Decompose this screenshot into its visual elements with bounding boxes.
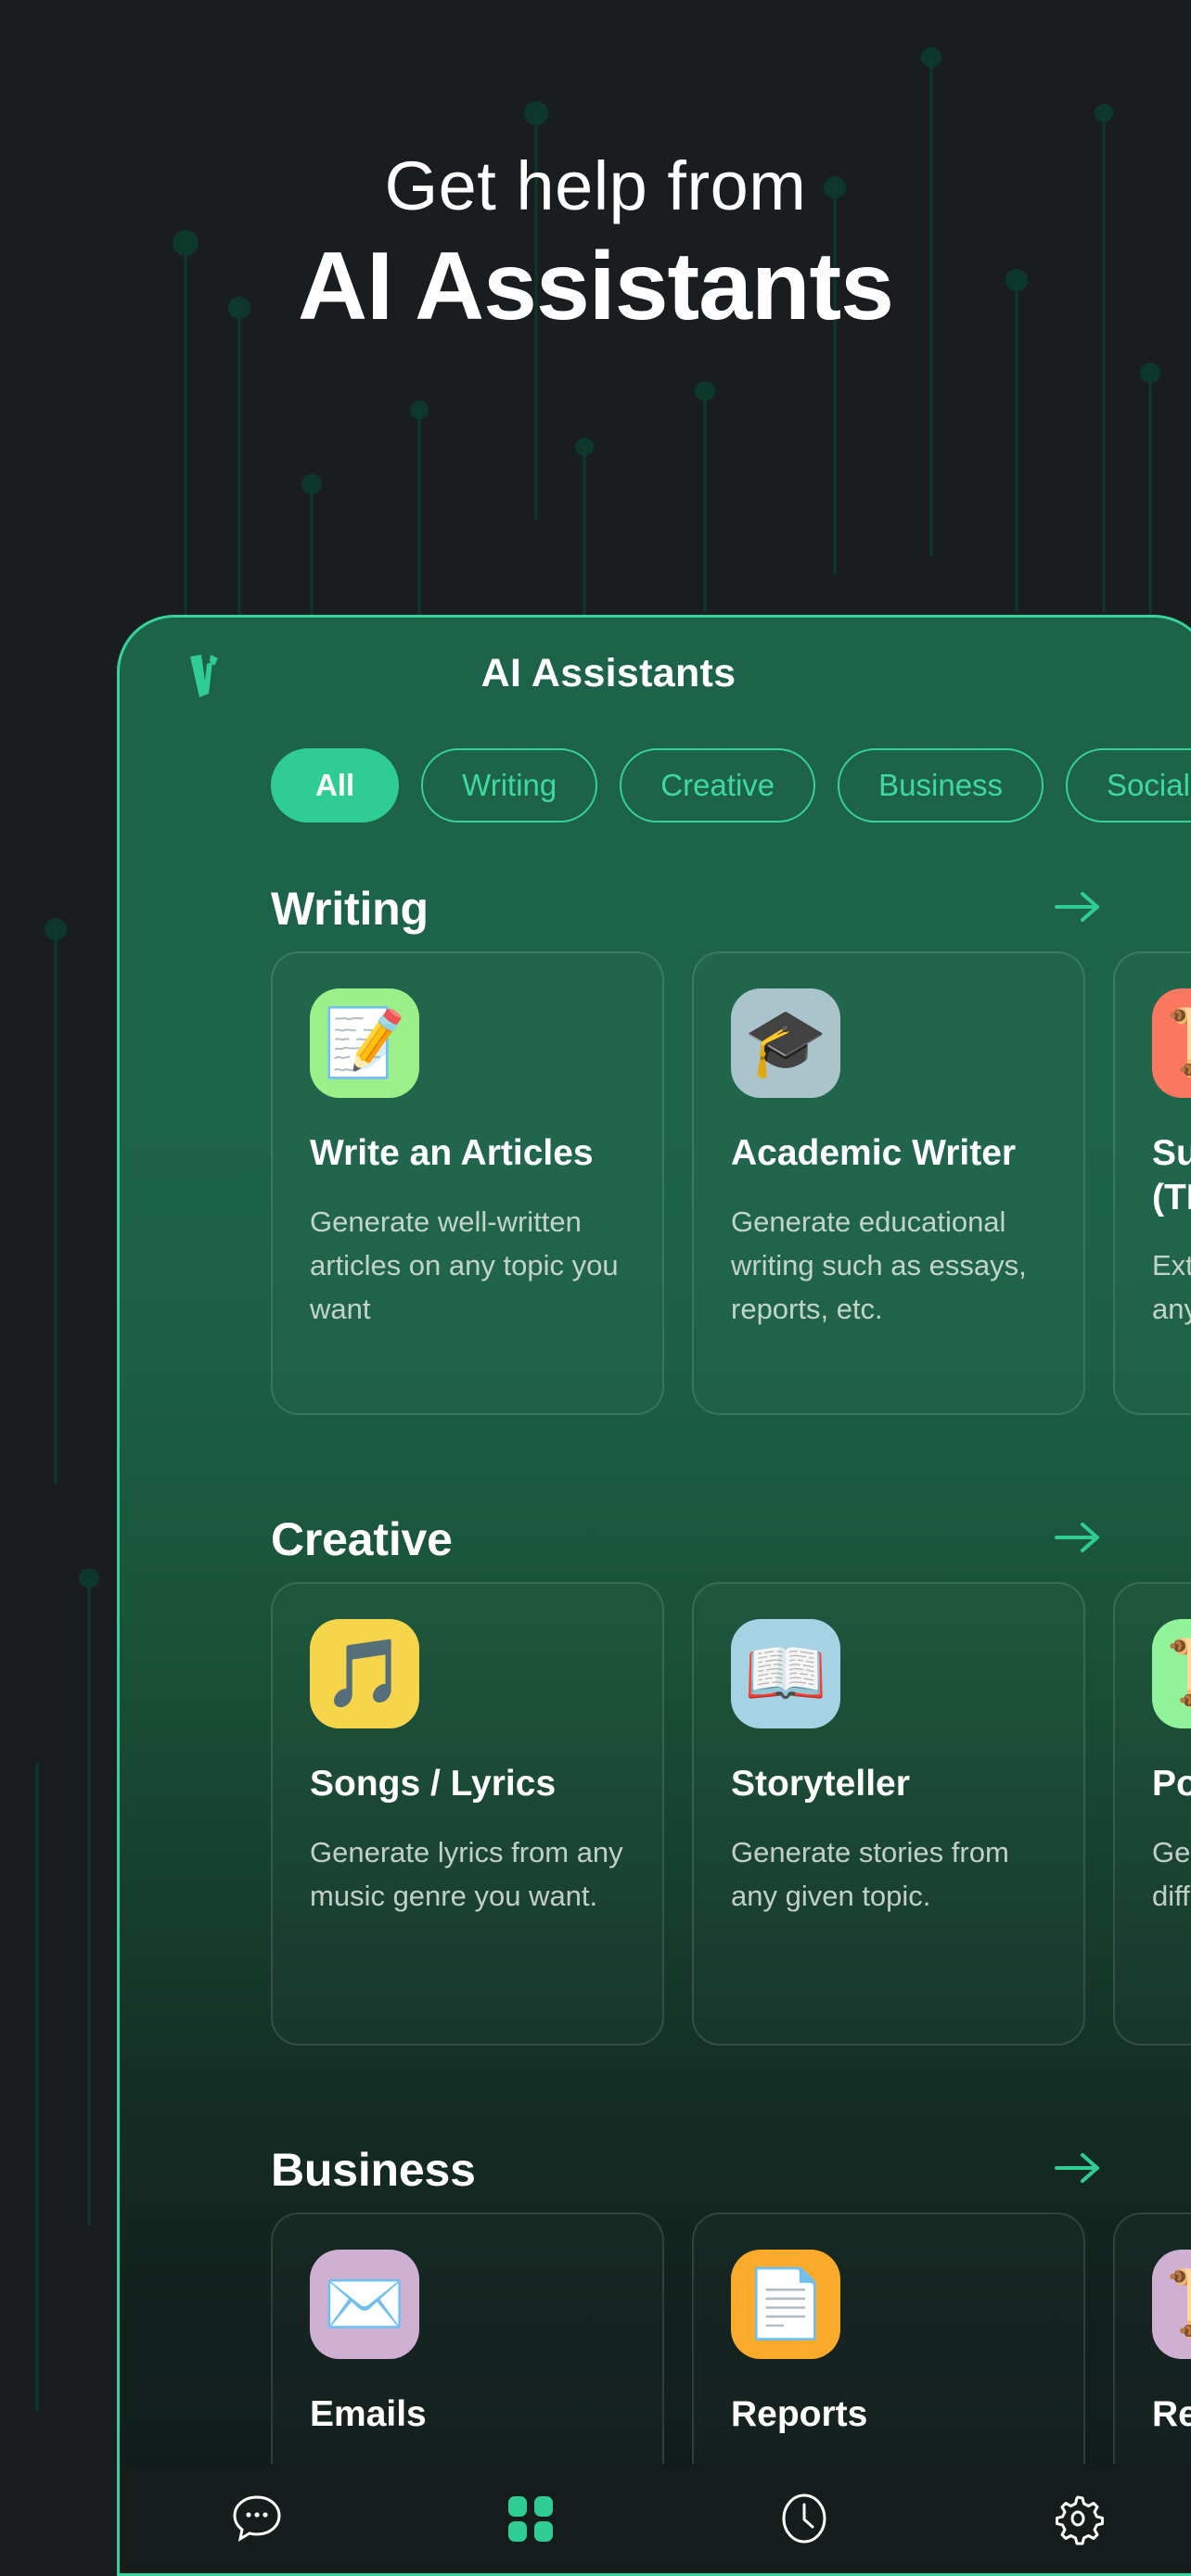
nav-item-history[interactable] [667,2464,941,2573]
bottom-navigation-bar [120,2464,1191,2573]
grid-apps-icon [507,2496,553,2542]
filter-chip-creative[interactable]: Creative [620,748,816,823]
assistant-card[interactable]: 📖 Storyteller Generate stories from any … [692,1582,1085,2046]
clock-history-icon [782,2493,826,2544]
assistant-card-description: Generate well-written articles on any to… [310,1205,619,1325]
section-creative: Creative 🎵 Songs / Lyrics Generate lyric… [120,1497,1191,2046]
graduation-cap-icon: 🎓 [731,988,840,1098]
assistant-card[interactable]: 📝 Write an Articles Generate well-writte… [271,951,664,1415]
section-header-writing: Writing [120,866,1191,951]
assistant-card[interactable]: 🎓 Academic Writer Generate educational w… [692,951,1085,1415]
document-page-icon: 📄 [731,2250,840,2359]
filter-chip-social[interactable]: Social [1066,748,1191,823]
section-title-creative: Creative [271,1513,453,1565]
arrow-right-icon[interactable] [1053,2148,1105,2188]
filter-chip-business[interactable]: Business [838,748,1044,823]
hero-headline: Get help from AI Assistants [0,147,1191,340]
assistant-card-title: Storyteller [731,1764,910,1804]
nav-item-chat[interactable] [120,2464,393,2573]
section-title-writing: Writing [271,883,429,935]
section-title-business: Business [271,2144,476,2196]
section-writing: Writing 📝 Write an Articles Generate wel… [120,866,1191,1415]
app-title: AI Assistants [480,651,736,695]
assistant-card[interactable]: 📜 Poems Generate poems in different styl… [1113,1582,1191,2046]
arrow-right-icon[interactable] [1053,886,1105,927]
assistant-card-description: Generate lyrics from any music genre you… [310,1835,623,1912]
gear-settings-icon [1055,2495,1104,2545]
assistant-card-title: Resume [1152,2394,1191,2434]
category-filter-row[interactable]: All Writing Creative Business Social [120,731,1191,840]
chat-bubble-icon [232,2495,281,2543]
nav-item-settings[interactable] [941,2464,1191,2573]
section-header-business: Business [120,2127,1191,2213]
assistant-card-title: Summarize (TL;DR) [1152,1133,1191,1218]
hero-line-1: Get help from [384,147,807,224]
assistant-card-title: Academic Writer [731,1133,1017,1173]
assistant-card[interactable]: 🎵 Songs / Lyrics Generate lyrics from an… [271,1582,664,2046]
filter-chip-writing[interactable]: Writing [421,748,598,823]
envelope-icon: ✉️ [310,2250,419,2359]
card-row-writing[interactable]: 📝 Write an Articles Generate well-writte… [120,951,1191,1415]
musical-notes-icon: 🎵 [310,1619,419,1728]
assistant-card-description: Generate educational writing such as ess… [731,1205,1027,1325]
app-header: AI Assistants [120,618,1191,729]
assistant-card-title: Songs / Lyrics [310,1764,557,1804]
section-header-creative: Creative [120,1497,1191,1582]
assistant-card-title: Reports [731,2394,868,2434]
nav-item-assistants[interactable] [393,2464,667,2573]
open-book-icon: 📖 [731,1619,840,1728]
scroll-list-icon: 📜 [1152,988,1191,1098]
assistant-card-description: Generate poems in different styles [1152,1835,1191,1912]
phone-screen-mockup: AI Assistants All Writing Creative Busin… [117,615,1191,2576]
assistant-card-title: Poems [1152,1764,1191,1804]
arrow-right-icon[interactable] [1053,1517,1105,1558]
assistant-card-description: Extract key points from any text [1152,1249,1191,1326]
memo-pencil-icon: 📝 [310,988,419,1098]
assistant-card-title: Write an Articles [310,1133,594,1173]
assistant-card-title: Emails [310,2394,427,2434]
assistant-card-description: Generate stories from any given topic. [731,1835,1009,1912]
card-row-creative[interactable]: 🎵 Songs / Lyrics Generate lyrics from an… [120,1582,1191,2046]
scroll-resume-icon: 📜 [1152,2250,1191,2359]
assistant-card[interactable]: 📜 Summarize (TL;DR) Extract key points f… [1113,951,1191,1415]
hero-line-2: AI Assistants [297,232,894,340]
scroll-icon: 📜 [1152,1619,1191,1728]
filter-chip-all[interactable]: All [271,748,400,823]
